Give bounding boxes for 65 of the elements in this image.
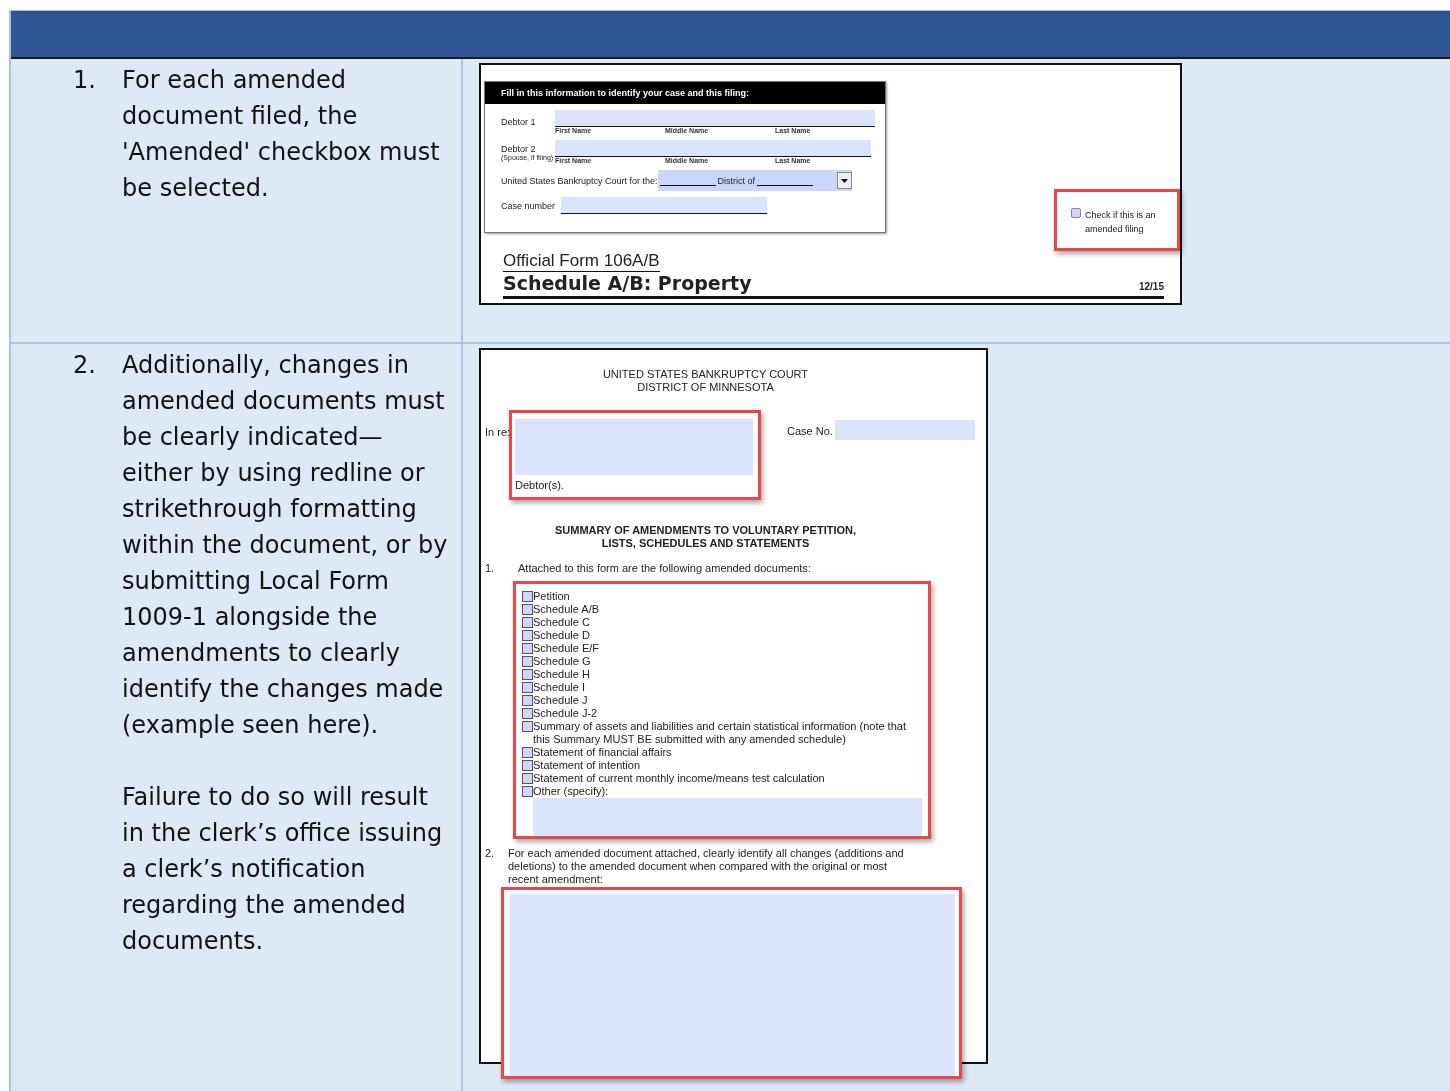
checkbox[interactable] xyxy=(522,656,533,667)
checkbox-label: Schedule G xyxy=(533,655,592,668)
checkbox[interactable] xyxy=(522,591,533,602)
checkbox[interactable] xyxy=(522,747,533,758)
checkbox-label: Schedule J-2 xyxy=(533,707,599,720)
checkbox[interactable] xyxy=(522,773,533,784)
list-number: 1. xyxy=(485,562,496,575)
checkbox[interactable] xyxy=(522,721,533,732)
checkbox-label: Other (specify): xyxy=(533,785,610,798)
case-number-field[interactable] xyxy=(561,197,767,214)
field-label: Debtor 1 xyxy=(501,117,537,127)
caret-icon xyxy=(841,178,849,183)
checkbox[interactable] xyxy=(522,708,533,719)
checkbox-label: Schedule A/B xyxy=(533,603,601,616)
debtor-field[interactable] xyxy=(515,419,753,475)
district-dropdown[interactable]: District of xyxy=(657,170,853,191)
field-label: Debtor(s). xyxy=(515,479,565,492)
checkbox-label: Statement of current monthly income/means test calculation xyxy=(533,772,826,785)
field-label: In re: xyxy=(485,426,511,439)
field-label: Case number xyxy=(501,200,557,211)
court-heading: UNITED STATES BANKRUPTCY COURT xyxy=(601,368,810,381)
checkbox[interactable] xyxy=(522,604,533,615)
other-field[interactable] xyxy=(533,798,922,836)
checkbox-label: Statement of intention xyxy=(533,759,641,772)
checkbox-label: Schedule I xyxy=(533,681,586,694)
field-label: Case No. xyxy=(787,425,833,438)
checkbox-label: Petition xyxy=(533,590,571,603)
checkbox-label: Statement of financial affairs xyxy=(533,746,673,759)
checkbox[interactable] xyxy=(522,760,533,771)
revision-date: 12/15 xyxy=(1138,281,1164,292)
instruction-paragraph: For each amended document filed, the 'Amended' checkbox must be selected. xyxy=(122,65,441,204)
checkbox[interactable] xyxy=(522,695,533,706)
list-number: 1. xyxy=(73,65,97,96)
list-number: 2. xyxy=(485,847,496,861)
checkbox[interactable] xyxy=(522,669,533,680)
checkbox[interactable] xyxy=(522,643,533,654)
form-heading: SUMMARY OF AMENDMENTS TO VOLUNTARY PETITION, xyxy=(553,524,858,537)
item-text: Attached to this form are the following amended documents: xyxy=(518,562,811,575)
checkbox-label: Schedule E/F xyxy=(533,642,601,655)
name-field[interactable] xyxy=(555,140,871,157)
instruction-paragraph: Failure to do so will result in the clerk’s office issuing a clerk’s notification regarding the amended documents. xyxy=(122,782,444,957)
item-text: For each amended document attached, clearly identify all changes (additions and deletions) to the amended document when compared with the original or most recent amendment: xyxy=(508,847,905,886)
panel-title: Fill in this information to identify your case and this filing: xyxy=(485,82,885,104)
name-field[interactable] xyxy=(555,110,875,127)
checkbox-label: Schedule J xyxy=(533,694,589,707)
checkbox[interactable] xyxy=(522,786,533,797)
instruction-paragraph: Additionally, changes in amended documents must be clearly indicated—either by using redline or strikethrough formatting within the document, or by submitting Local Form 1009-1 alongside the amendments to clearly identify the changes made (example seen here). xyxy=(122,350,449,741)
checkbox-label: Check if this is an amended filing xyxy=(1085,209,1157,236)
case-number-field[interactable] xyxy=(834,420,975,440)
checkbox-label: Summary of assets and liabilities and certain statistical information (note that this Summary MUST BE submitted with any amended schedule) xyxy=(533,720,907,746)
checkbox-label: Schedule C xyxy=(533,616,591,629)
checkbox[interactable] xyxy=(522,682,533,693)
form-heading: LISTS, SCHEDULES AND STATEMENTS xyxy=(600,537,811,550)
checkbox[interactable] xyxy=(522,617,533,628)
court-heading: DISTRICT OF MINNESOTA xyxy=(636,381,775,394)
checkbox-label: Schedule H xyxy=(533,668,591,681)
checkbox-label: Schedule D xyxy=(533,629,591,642)
field-label: Debtor 2 xyxy=(501,143,537,154)
checkbox[interactable] xyxy=(522,630,533,641)
form-name: Official Form 106A/B xyxy=(503,251,660,272)
form-title: Schedule A/B: Property xyxy=(503,272,752,294)
checkbox[interactable] xyxy=(1071,208,1081,218)
list-number: 2. xyxy=(73,350,97,381)
field-label: United States Bankruptcy Court for the: xyxy=(501,175,658,186)
dropdown-button[interactable] xyxy=(837,172,853,189)
